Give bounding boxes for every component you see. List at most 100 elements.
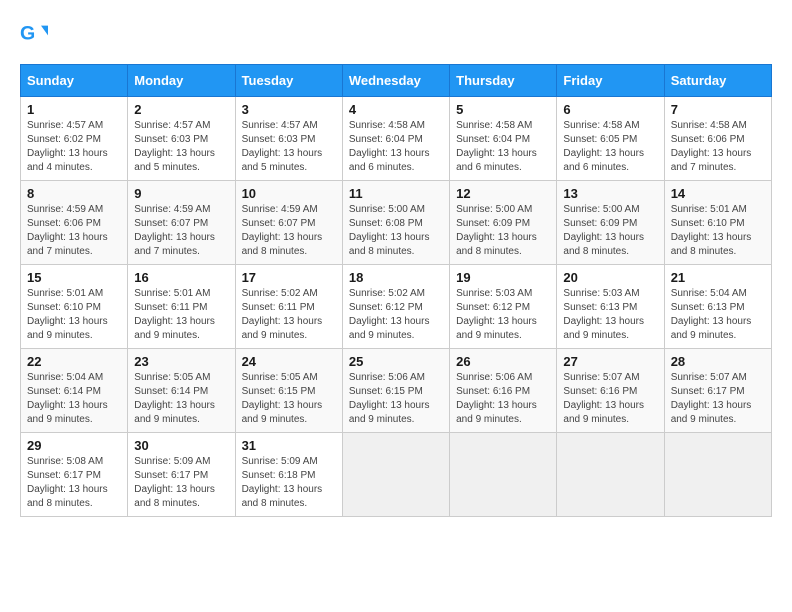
empty-cell (450, 433, 557, 517)
empty-cell (557, 433, 664, 517)
day-number: 29 (27, 438, 121, 453)
calendar-day-cell: 20 Sunrise: 5:03 AMSunset: 6:13 PMDaylig… (557, 265, 664, 349)
day-info: Sunrise: 4:59 AMSunset: 6:07 PMDaylight:… (134, 204, 215, 257)
day-info: Sunrise: 5:03 AMSunset: 6:12 PMDaylight:… (456, 288, 537, 341)
calendar-week-row: 8 Sunrise: 4:59 AMSunset: 6:06 PMDayligh… (21, 181, 772, 265)
day-info: Sunrise: 5:04 AMSunset: 6:13 PMDaylight:… (671, 288, 752, 341)
day-info: Sunrise: 5:09 AMSunset: 6:17 PMDaylight:… (134, 456, 215, 509)
day-number: 12 (456, 186, 550, 201)
calendar-week-row: 15 Sunrise: 5:01 AMSunset: 6:10 PMDaylig… (21, 265, 772, 349)
day-info: Sunrise: 5:03 AMSunset: 6:13 PMDaylight:… (563, 288, 644, 341)
calendar-day-cell: 1 Sunrise: 4:57 AMSunset: 6:02 PMDayligh… (21, 97, 128, 181)
calendar-day-cell: 12 Sunrise: 5:00 AMSunset: 6:09 PMDaylig… (450, 181, 557, 265)
calendar-week-row: 22 Sunrise: 5:04 AMSunset: 6:14 PMDaylig… (21, 349, 772, 433)
calendar-day-cell: 16 Sunrise: 5:01 AMSunset: 6:11 PMDaylig… (128, 265, 235, 349)
day-number: 4 (349, 102, 443, 117)
day-info: Sunrise: 4:59 AMSunset: 6:07 PMDaylight:… (242, 204, 323, 257)
day-number: 14 (671, 186, 765, 201)
day-number: 6 (563, 102, 657, 117)
day-number: 9 (134, 186, 228, 201)
day-number: 19 (456, 270, 550, 285)
calendar-day-cell: 21 Sunrise: 5:04 AMSunset: 6:13 PMDaylig… (664, 265, 771, 349)
calendar-day-cell: 28 Sunrise: 5:07 AMSunset: 6:17 PMDaylig… (664, 349, 771, 433)
logo: G (20, 20, 50, 48)
day-number: 10 (242, 186, 336, 201)
day-number: 23 (134, 354, 228, 369)
col-header-wednesday: Wednesday (342, 65, 449, 97)
calendar-day-cell: 17 Sunrise: 5:02 AMSunset: 6:11 PMDaylig… (235, 265, 342, 349)
calendar-day-cell: 18 Sunrise: 5:02 AMSunset: 6:12 PMDaylig… (342, 265, 449, 349)
day-info: Sunrise: 4:58 AMSunset: 6:05 PMDaylight:… (563, 120, 644, 173)
day-number: 16 (134, 270, 228, 285)
day-number: 18 (349, 270, 443, 285)
day-info: Sunrise: 5:00 AMSunset: 6:09 PMDaylight:… (563, 204, 644, 257)
day-info: Sunrise: 5:02 AMSunset: 6:12 PMDaylight:… (349, 288, 430, 341)
calendar-day-cell: 7 Sunrise: 4:58 AMSunset: 6:06 PMDayligh… (664, 97, 771, 181)
logo-icon: G (20, 20, 48, 48)
calendar-day-cell: 10 Sunrise: 4:59 AMSunset: 6:07 PMDaylig… (235, 181, 342, 265)
day-number: 26 (456, 354, 550, 369)
day-info: Sunrise: 5:07 AMSunset: 6:16 PMDaylight:… (563, 372, 644, 425)
day-info: Sunrise: 5:06 AMSunset: 6:15 PMDaylight:… (349, 372, 430, 425)
calendar-day-cell: 23 Sunrise: 5:05 AMSunset: 6:14 PMDaylig… (128, 349, 235, 433)
day-number: 13 (563, 186, 657, 201)
day-info: Sunrise: 5:01 AMSunset: 6:11 PMDaylight:… (134, 288, 215, 341)
day-number: 17 (242, 270, 336, 285)
day-info: Sunrise: 5:05 AMSunset: 6:15 PMDaylight:… (242, 372, 323, 425)
page-header: G (20, 20, 772, 48)
calendar-day-cell: 11 Sunrise: 5:00 AMSunset: 6:08 PMDaylig… (342, 181, 449, 265)
day-info: Sunrise: 5:02 AMSunset: 6:11 PMDaylight:… (242, 288, 323, 341)
day-number: 25 (349, 354, 443, 369)
day-info: Sunrise: 5:01 AMSunset: 6:10 PMDaylight:… (671, 204, 752, 257)
day-number: 11 (349, 186, 443, 201)
calendar-day-cell: 14 Sunrise: 5:01 AMSunset: 6:10 PMDaylig… (664, 181, 771, 265)
day-number: 5 (456, 102, 550, 117)
day-info: Sunrise: 5:04 AMSunset: 6:14 PMDaylight:… (27, 372, 108, 425)
day-number: 3 (242, 102, 336, 117)
calendar-day-cell: 6 Sunrise: 4:58 AMSunset: 6:05 PMDayligh… (557, 97, 664, 181)
calendar-table: SundayMondayTuesdayWednesdayThursdayFrid… (20, 64, 772, 517)
day-number: 27 (563, 354, 657, 369)
day-number: 21 (671, 270, 765, 285)
empty-cell (664, 433, 771, 517)
svg-text:G: G (20, 23, 35, 45)
calendar-day-cell: 31 Sunrise: 5:09 AMSunset: 6:18 PMDaylig… (235, 433, 342, 517)
calendar-day-cell: 24 Sunrise: 5:05 AMSunset: 6:15 PMDaylig… (235, 349, 342, 433)
calendar-day-cell: 30 Sunrise: 5:09 AMSunset: 6:17 PMDaylig… (128, 433, 235, 517)
day-number: 22 (27, 354, 121, 369)
day-number: 2 (134, 102, 228, 117)
day-info: Sunrise: 5:06 AMSunset: 6:16 PMDaylight:… (456, 372, 537, 425)
col-header-monday: Monday (128, 65, 235, 97)
day-number: 24 (242, 354, 336, 369)
day-info: Sunrise: 5:05 AMSunset: 6:14 PMDaylight:… (134, 372, 215, 425)
calendar-day-cell: 2 Sunrise: 4:57 AMSunset: 6:03 PMDayligh… (128, 97, 235, 181)
col-header-friday: Friday (557, 65, 664, 97)
day-info: Sunrise: 5:00 AMSunset: 6:09 PMDaylight:… (456, 204, 537, 257)
calendar-day-cell: 19 Sunrise: 5:03 AMSunset: 6:12 PMDaylig… (450, 265, 557, 349)
calendar-header-row: SundayMondayTuesdayWednesdayThursdayFrid… (21, 65, 772, 97)
day-number: 30 (134, 438, 228, 453)
day-info: Sunrise: 4:58 AMSunset: 6:04 PMDaylight:… (456, 120, 537, 173)
day-info: Sunrise: 4:57 AMSunset: 6:02 PMDaylight:… (27, 120, 108, 173)
day-info: Sunrise: 4:59 AMSunset: 6:06 PMDaylight:… (27, 204, 108, 257)
col-header-tuesday: Tuesday (235, 65, 342, 97)
calendar-day-cell: 9 Sunrise: 4:59 AMSunset: 6:07 PMDayligh… (128, 181, 235, 265)
day-number: 8 (27, 186, 121, 201)
col-header-sunday: Sunday (21, 65, 128, 97)
day-number: 28 (671, 354, 765, 369)
day-number: 7 (671, 102, 765, 117)
day-info: Sunrise: 5:00 AMSunset: 6:08 PMDaylight:… (349, 204, 430, 257)
day-info: Sunrise: 4:58 AMSunset: 6:06 PMDaylight:… (671, 120, 752, 173)
day-number: 20 (563, 270, 657, 285)
day-info: Sunrise: 5:01 AMSunset: 6:10 PMDaylight:… (27, 288, 108, 341)
calendar-day-cell: 22 Sunrise: 5:04 AMSunset: 6:14 PMDaylig… (21, 349, 128, 433)
day-number: 31 (242, 438, 336, 453)
empty-cell (342, 433, 449, 517)
day-number: 15 (27, 270, 121, 285)
calendar-day-cell: 4 Sunrise: 4:58 AMSunset: 6:04 PMDayligh… (342, 97, 449, 181)
calendar-day-cell: 13 Sunrise: 5:00 AMSunset: 6:09 PMDaylig… (557, 181, 664, 265)
day-info: Sunrise: 4:58 AMSunset: 6:04 PMDaylight:… (349, 120, 430, 173)
calendar-day-cell: 29 Sunrise: 5:08 AMSunset: 6:17 PMDaylig… (21, 433, 128, 517)
col-header-thursday: Thursday (450, 65, 557, 97)
calendar-day-cell: 8 Sunrise: 4:59 AMSunset: 6:06 PMDayligh… (21, 181, 128, 265)
